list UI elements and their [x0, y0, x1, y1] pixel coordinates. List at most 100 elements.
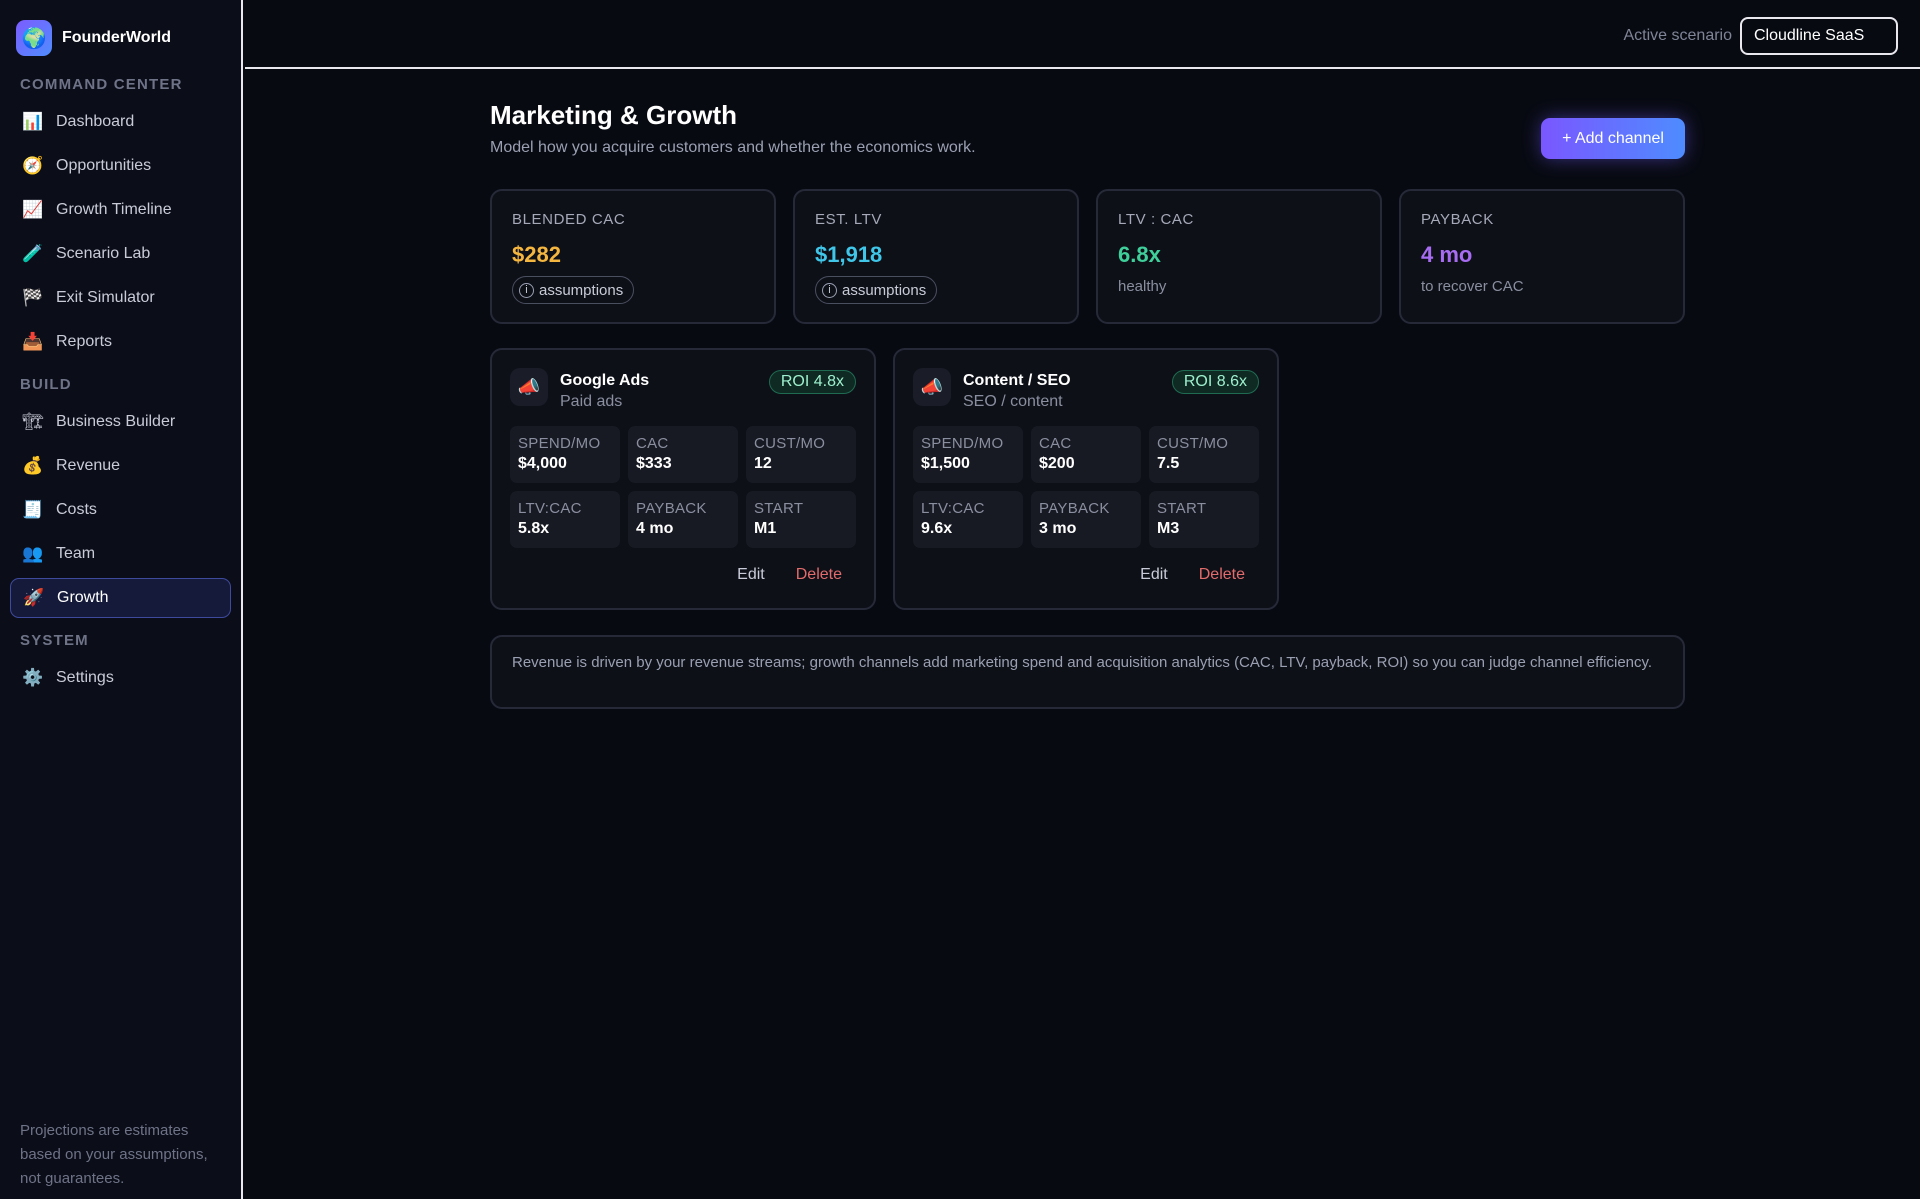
sidebar-item-settings[interactable]: ⚙️ Settings [10, 658, 231, 698]
sidebar-item-label: Revenue [56, 457, 121, 474]
checkered-flag-icon: 🏁 [22, 288, 44, 307]
assumptions-pill[interactable]: i assumptions [815, 276, 938, 304]
stat-value: 7.5 [1157, 455, 1180, 472]
test-tube-icon: 🧪 [22, 244, 44, 263]
compass-icon: 🧭 [22, 156, 44, 175]
section-label-command-center: COMMAND CENTER [20, 76, 183, 93]
stat-value: M3 [1157, 520, 1180, 537]
sidebar-item-label: Settings [56, 669, 114, 686]
channel-actions: Edit Delete [1140, 566, 1245, 584]
channel-actions: Edit Delete [737, 566, 842, 584]
stat-value: $200 [1039, 455, 1075, 472]
kpi-label: BLENDED CAC [512, 211, 626, 228]
sidebar-item-exit-simulator[interactable]: 🏁 Exit Simulator [10, 278, 231, 318]
kpi-label: PAYBACK [1421, 211, 1494, 228]
assumptions-pill[interactable]: i assumptions [512, 276, 635, 304]
kpi-card-est-ltv: EST. LTV $1,918 i assumptions [793, 189, 1079, 324]
channel-card-content-seo: 📣 Content / SEO SEO / content ROI 8.6x S… [893, 348, 1279, 610]
sidebar-item-label: Scenario Lab [56, 245, 151, 262]
channel-stats: SPEND/MO $1,500 CAC $200 CUST/MO 7.5 LTV… [913, 426, 1259, 548]
stat-start: START M3 [1149, 491, 1259, 548]
section-label-system: SYSTEM [20, 632, 89, 649]
delete-channel-button[interactable]: Delete [796, 566, 842, 584]
kpi-value: 4 mo [1421, 242, 1473, 267]
stat-payback: PAYBACK 4 mo [628, 491, 738, 548]
topbar: Active scenario Cloudline SaaS [245, 0, 1920, 69]
sidebar-item-costs[interactable]: 🧾 Costs [10, 490, 231, 530]
megaphone-icon: 📣 [510, 368, 548, 406]
kpi-note: to recover CAC [1421, 278, 1524, 295]
inbox-tray-icon: 📥 [22, 332, 44, 351]
sidebar-item-label: Growth Timeline [56, 201, 172, 218]
stat-value: 3 mo [1039, 520, 1077, 537]
kpi-value: $1,918 [815, 242, 883, 267]
edit-channel-button[interactable]: Edit [737, 566, 765, 584]
sidebar-item-growth[interactable]: 🚀 Growth [10, 578, 231, 618]
main-content: Marketing & Growth Model how you acquire… [490, 100, 1685, 709]
sidebar-item-label: Team [56, 545, 96, 562]
channel-title-block: Google Ads Paid ads [560, 368, 649, 411]
sidebar-disclaimer: Projections are estimates based on your … [20, 1122, 208, 1187]
money-bag-icon: 💰 [22, 456, 44, 475]
sidebar-item-business-builder[interactable]: 🏗 Business Builder [10, 402, 231, 442]
stat-value: $1,500 [921, 455, 970, 472]
channel-type: Paid ads [560, 393, 623, 410]
construction-icon: 🏗 [22, 412, 44, 431]
trend-chart-icon: 📈 [22, 200, 44, 219]
brand[interactable]: 🌍 FounderWorld [10, 20, 231, 56]
roi-badge: ROI 4.8x [768, 370, 856, 394]
receipt-icon: 🧾 [22, 500, 44, 519]
stat-value: $333 [636, 455, 672, 472]
sidebar-item-scenario-lab[interactable]: 🧪 Scenario Lab [10, 234, 231, 274]
stat-customers: CUST/MO 12 [746, 426, 856, 483]
sidebar-item-label: Business Builder [56, 413, 176, 430]
channel-card-google-ads: 📣 Google Ads Paid ads ROI 4.8x SPEND/MO … [490, 348, 876, 610]
kpi-note: healthy [1118, 278, 1167, 295]
sidebar-item-label: Growth [57, 589, 109, 606]
info-icon: i [519, 282, 534, 298]
stat-ltv-cac: LTV:CAC 9.6x [913, 491, 1023, 548]
stat-cac: CAC $200 [1031, 426, 1141, 483]
sidebar-item-label: Costs [56, 501, 97, 518]
sidebar-item-label: Dashboard [56, 113, 135, 130]
gear-icon: ⚙️ [22, 668, 44, 687]
stat-label: START [754, 500, 804, 517]
stat-label: LTV:CAC [518, 500, 582, 517]
channel-name: Content / SEO [963, 372, 1071, 389]
megaphone-icon: 📣 [913, 368, 951, 406]
stat-label: START [1157, 500, 1207, 517]
stat-payback: PAYBACK 3 mo [1031, 491, 1141, 548]
kpi-card-payback: PAYBACK 4 mo to recover CAC [1399, 189, 1685, 324]
globe-icon: 🌍 [16, 20, 52, 56]
sidebar-item-opportunities[interactable]: 🧭 Opportunities [10, 146, 231, 186]
sidebar-item-dashboard[interactable]: 📊 Dashboard [10, 102, 231, 142]
stat-label: LTV:CAC [921, 500, 985, 517]
stat-customers: CUST/MO 7.5 [1149, 426, 1259, 483]
info-note: Revenue is driven by your revenue stream… [490, 635, 1685, 709]
stat-ltv-cac: LTV:CAC 5.8x [510, 491, 620, 548]
stat-value: 4 mo [636, 520, 674, 537]
delete-channel-button[interactable]: Delete [1199, 566, 1245, 584]
sidebar-item-growth-timeline[interactable]: 📈 Growth Timeline [10, 190, 231, 230]
stat-label: SPEND/MO [921, 435, 1004, 452]
rocket-icon: 🚀 [23, 588, 45, 607]
page-title: Marketing & Growth [490, 100, 738, 130]
stat-label: PAYBACK [636, 500, 707, 517]
info-icon: i [822, 282, 837, 298]
channel-name: Google Ads [560, 372, 650, 389]
scenario-select[interactable]: Cloudline SaaS [1740, 17, 1898, 55]
add-channel-button[interactable]: + Add channel [1541, 118, 1685, 159]
sidebar-item-team[interactable]: 👥 Team [10, 534, 231, 574]
stat-label: PAYBACK [1039, 500, 1110, 517]
bar-chart-icon: 📊 [22, 112, 44, 131]
people-icon: 👥 [22, 544, 44, 563]
sidebar-item-label: Opportunities [56, 157, 152, 174]
sidebar-item-revenue[interactable]: 💰 Revenue [10, 446, 231, 486]
section-label-build: BUILD [20, 376, 72, 393]
channel-title-block: Content / SEO SEO / content [963, 368, 1071, 411]
sidebar-item-reports[interactable]: 📥 Reports [10, 322, 231, 362]
stat-spend: SPEND/MO $4,000 [510, 426, 620, 483]
edit-channel-button[interactable]: Edit [1140, 566, 1168, 584]
pill-label: assumptions [842, 281, 927, 299]
brand-name: FounderWorld [62, 29, 172, 46]
